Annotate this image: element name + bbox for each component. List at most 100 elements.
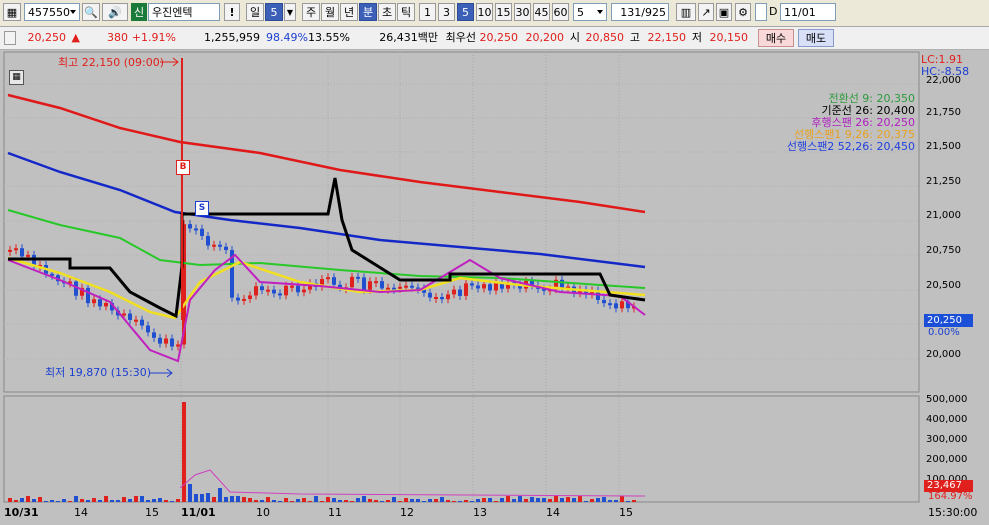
candle-body-34 [212,244,216,247]
candle-body-42 [260,286,264,291]
candle-body-13 [86,287,90,304]
volume-bar-12 [80,499,84,502]
volume-bar-96 [584,501,588,502]
x-label-15a: 15 [145,506,159,519]
warning-button[interactable]: ! [224,3,240,21]
current-price: 20,250 [27,31,67,44]
price-change: 380 [107,31,128,44]
volume-bar-63 [386,500,390,502]
interval-15[interactable]: 15 [495,3,512,21]
interval-45[interactable]: 45 [533,3,550,21]
volume-bar-88 [536,498,540,502]
candle-body-24 [152,332,156,338]
date-value: 11/01 [784,5,816,19]
sell-button[interactable]: 매도 [798,29,834,47]
volume-bar-14 [92,498,96,502]
candle-body-63 [386,287,390,290]
candle-body-28 [176,344,180,347]
gear-icon[interactable]: ⚙ [735,3,751,21]
day-count[interactable]: 5 [265,3,283,21]
buy-button[interactable]: 매수 [758,29,794,47]
tab-week[interactable]: 주 [302,3,320,21]
interval-15-label: 15 [496,5,511,19]
volume-bar-94 [572,498,576,502]
volume-bar-91 [554,496,558,502]
volume-bar-44 [272,500,276,502]
volume-bar-49 [302,498,306,502]
stock-code-input[interactable]: 457550 [24,3,80,21]
sound-icon[interactable]: 🔊 [102,3,128,21]
candle-body-99 [602,299,606,304]
volume-bar-77 [470,501,474,502]
up-arrow-icon: ▲ [71,31,80,44]
volume-pct-tag: 164.97% [928,491,973,502]
volume-bar-11 [74,496,78,502]
chevron-down-icon[interactable]: ▼ [284,3,296,21]
volume-bar-25 [158,498,162,502]
candle-body-62 [380,281,384,289]
volume-bar-97 [590,499,594,502]
buy-button-label: 매수 [765,32,787,45]
interval-1[interactable]: 1 [419,3,436,21]
date-input[interactable]: 11/01 [780,3,836,21]
interval-5[interactable]: 5 [457,3,474,21]
volume-bar-104 [632,500,636,502]
candle-body-61 [374,281,378,284]
volume-bar-67 [410,499,414,502]
stock-code-value: 457550 [28,5,70,19]
low-label: 저 [691,31,702,44]
interval-3[interactable]: 3 [438,3,455,21]
save-icon[interactable]: ▣ [716,3,732,21]
volume-bar-2 [20,498,24,502]
candle-body-75 [458,289,462,296]
price-chart-area[interactable]: ▦ 최고 22,150 (09:00) 최저 19,870 (15:30) B … [0,50,989,525]
ask-price: 20,250 [479,31,519,44]
sell-marker[interactable]: S [195,201,209,216]
range-field[interactable]: 131/925 [611,3,669,21]
volume-bar-72 [440,497,444,502]
candle-body-15 [98,299,102,307]
candle-body-78 [476,285,480,289]
volume-tick-500000: 500,000 [926,394,968,405]
search-icon[interactable]: 🔍 [82,3,100,21]
volume-bar-45 [278,501,282,502]
volume-bar-47 [290,501,294,502]
tab-second[interactable]: 초 [378,3,396,21]
interval-count-select[interactable]: 5 [573,3,607,21]
tab-minute[interactable]: 분 [359,3,377,21]
interval-1-label: 1 [424,5,431,19]
candle-settings-icon[interactable]: ▥ [676,3,696,21]
interval-30[interactable]: 30 [514,3,531,21]
candle-body-2 [20,248,24,257]
tab-day[interactable]: 일 [246,3,264,21]
grid-icon[interactable]: ▦ [3,3,21,21]
tab-week-label: 주 [305,6,317,19]
volume-bar-56 [344,500,348,502]
candle-body-46 [284,285,288,296]
volume-ratio: 98.49% [266,31,308,44]
stock-name-field[interactable]: 우진엔텍 [148,3,220,21]
high-annotation: 최고 22,150 (09:00) [58,56,165,69]
volume-bar-66 [404,498,408,502]
interval-10[interactable]: 10 [476,3,493,21]
tab-tick[interactable]: 틱 [397,3,415,21]
volume-bar-57 [350,501,354,502]
interval-60[interactable]: 60 [552,3,569,21]
date-checkbox[interactable] [755,3,767,21]
volume-bar-6 [44,501,48,502]
volume-bar-26 [164,500,168,502]
tab-month[interactable]: 월 [321,3,339,21]
draw-tool-icon[interactable]: ↗ [698,3,714,21]
quote-toggle-button[interactable] [4,31,16,45]
volume-bar-73 [446,500,450,502]
buy-marker[interactable]: B [176,160,190,175]
volume-bar-95 [578,496,582,502]
candle-body-92 [560,279,564,288]
price-tick-21500: 21,500 [926,141,961,152]
calendar-icon[interactable]: ▦ [9,70,24,85]
x-label-13: 13 [473,506,487,519]
trade-amount: 26,431백만 [379,31,438,44]
tab-year[interactable]: 년 [340,3,358,21]
volume-bar-4 [32,499,36,502]
candle-body-16 [104,302,108,307]
